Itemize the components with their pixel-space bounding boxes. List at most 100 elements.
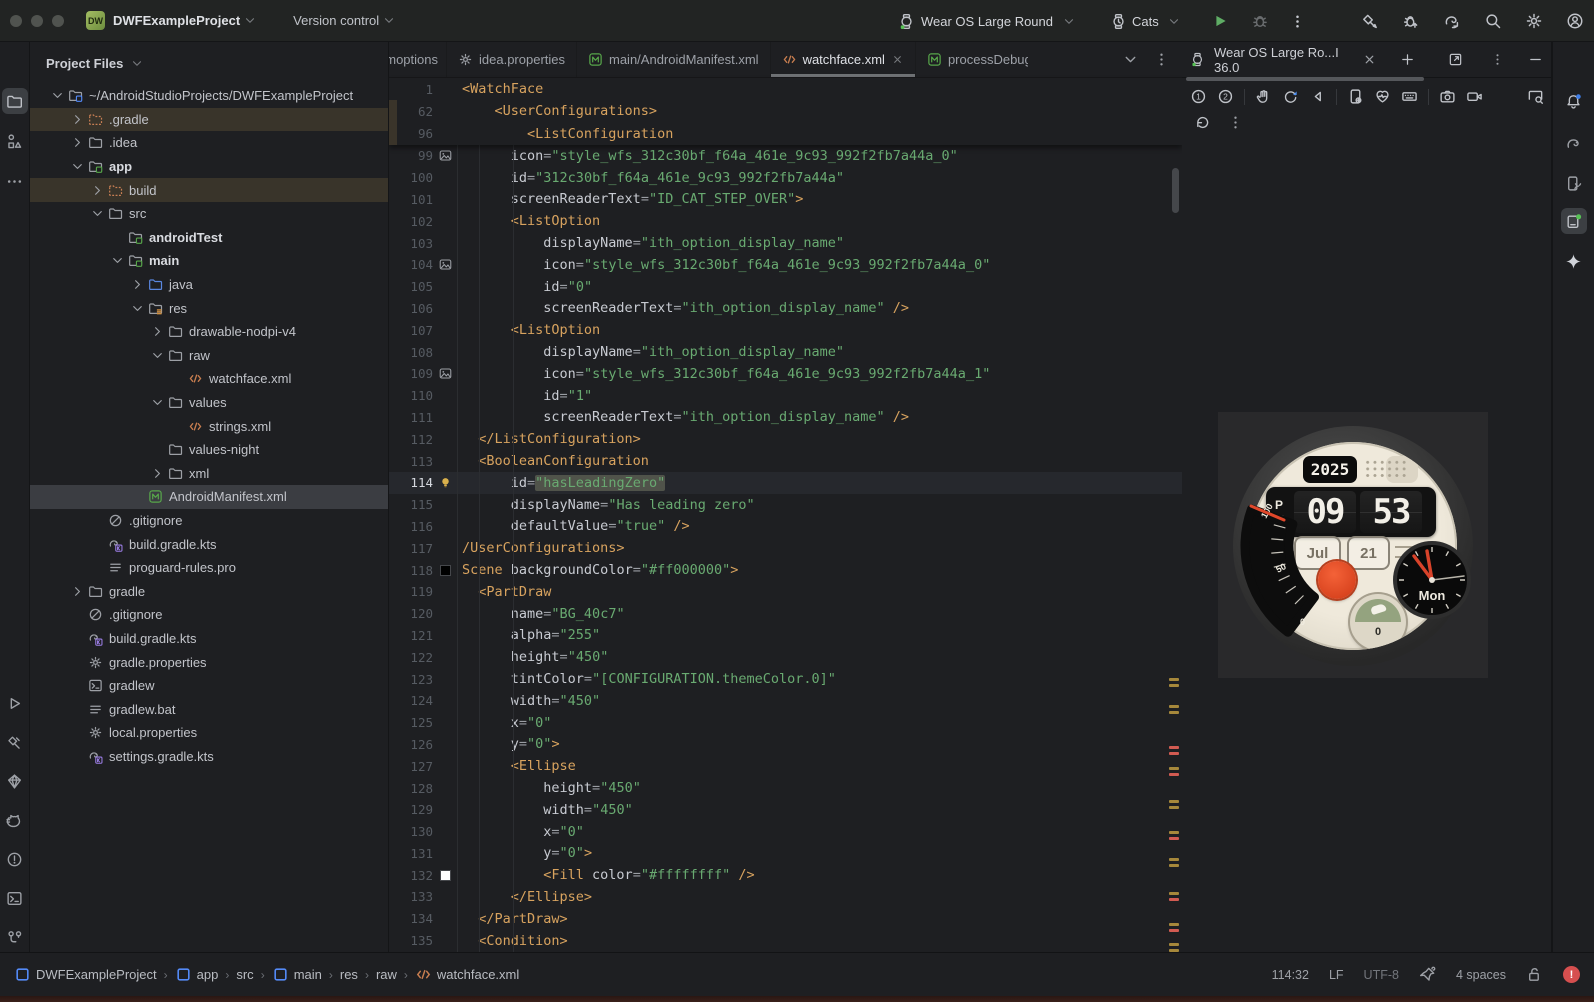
gradle-sync-icon[interactable] — [1443, 12, 1461, 30]
device-header-scrollbar[interactable] — [1186, 77, 1424, 81]
device-settings-icon[interactable] — [1347, 88, 1364, 105]
warning-stripe-mark[interactable] — [1169, 767, 1179, 770]
file-encoding[interactable]: UTF-8 — [1364, 968, 1399, 982]
drawable-preview-icon[interactable] — [433, 149, 457, 162]
toolbar-kebab-icon[interactable] — [1227, 114, 1244, 131]
run-button[interactable] — [1211, 12, 1229, 30]
tree-item[interactable]: .gitignore — [30, 603, 388, 627]
error-stripe-mark[interactable] — [1169, 773, 1179, 776]
chevron-right-icon[interactable] — [68, 134, 86, 152]
tree-item[interactable]: app — [30, 155, 388, 179]
tree-item[interactable]: strings.xml — [30, 414, 388, 438]
vcs-menu[interactable]: Version control — [293, 13, 379, 28]
warning-stripe-mark[interactable] — [1169, 923, 1179, 926]
code-line[interactable]: 130 x="0" — [389, 821, 1182, 843]
display-1-icon[interactable]: 1 — [1190, 88, 1207, 105]
error-stripe-mark[interactable] — [1169, 898, 1179, 901]
code-line[interactable]: 132 <Fill color="#ffffffff" /> — [389, 864, 1182, 886]
gradle-tool-button[interactable] — [1561, 130, 1587, 156]
editor-tab[interactable]: watchface.xml — [770, 42, 916, 77]
gemini-tool-button[interactable] — [1561, 248, 1587, 274]
run-configuration-selector[interactable]: Cats — [1110, 13, 1181, 30]
warning-stripe-mark[interactable] — [1169, 943, 1179, 946]
breadcrumb-item[interactable]: raw — [376, 967, 397, 982]
code-line[interactable]: 119 <PartDraw — [389, 581, 1182, 603]
tree-item[interactable]: xml — [30, 462, 388, 486]
warning-stripe-mark[interactable] — [1169, 684, 1179, 687]
chevron-down-icon[interactable] — [68, 158, 86, 176]
hide-panel-icon[interactable] — [1528, 52, 1543, 67]
build-tool-button[interactable] — [2, 729, 28, 755]
warning-stripe-mark[interactable] — [1169, 678, 1179, 681]
warning-stripe-mark[interactable] — [1169, 892, 1179, 895]
code-line[interactable]: 125 x="0" — [389, 712, 1182, 734]
sticky-line[interactable]: 96 <ListConfiguration — [389, 122, 1182, 146]
problems-tool-button[interactable] — [2, 846, 28, 872]
breadcrumb-item[interactable]: app — [175, 966, 218, 983]
warning-stripe-mark[interactable] — [1169, 800, 1179, 803]
breadcrumb-item[interactable]: watchface.xml — [415, 966, 519, 983]
code-line[interactable]: 108 displayName="ith_option_display_name… — [389, 341, 1182, 363]
drawable-preview-icon[interactable] — [433, 258, 457, 271]
editor-scrollbar[interactable] — [1172, 168, 1179, 213]
drawable-preview-icon[interactable] — [433, 367, 457, 380]
line-ending[interactable]: LF — [1329, 968, 1344, 982]
warning-stripe-mark[interactable] — [1169, 806, 1179, 809]
warning-stripe-mark[interactable] — [1169, 711, 1179, 714]
error-stripe-mark[interactable] — [1169, 837, 1179, 840]
code-line[interactable]: 106 screenReaderText="ith_option_display… — [389, 298, 1182, 320]
code-line[interactable]: 114 id="hasLeadingZero" — [389, 471, 1182, 494]
chevron-right-icon[interactable] — [88, 181, 106, 199]
warning-stripe-mark[interactable] — [1169, 705, 1179, 708]
tree-item[interactable]: .gitignore — [30, 509, 388, 533]
indent-setting[interactable]: 4 spaces — [1456, 968, 1506, 982]
project-view-selector[interactable]: Project Files — [30, 42, 388, 84]
device-selector[interactable]: Wear OS Large Round — [898, 13, 1076, 30]
lock-icon[interactable] — [1526, 966, 1543, 983]
code-line[interactable]: 117/UserConfigurations> — [389, 537, 1182, 559]
color-preview-black[interactable] — [433, 564, 457, 576]
hardware-input-icon[interactable] — [1401, 88, 1418, 105]
chevron-right-icon[interactable] — [68, 110, 86, 128]
code-line[interactable]: 99 icon="style_wfs_312c30bf_f64a_461e_9c… — [389, 145, 1182, 167]
warning-stripe-mark[interactable] — [1169, 858, 1179, 861]
code-line[interactable]: 113 <BooleanConfiguration — [389, 450, 1182, 472]
code-line[interactable]: 122 height="450" — [389, 646, 1182, 668]
code-line[interactable]: 123 tintColor="[CONFIGURATION.themeColor… — [389, 668, 1182, 690]
code-line[interactable]: 116 defaultValue="true" /> — [389, 516, 1182, 538]
tree-item[interactable]: values-night — [30, 438, 388, 462]
close-tab-icon[interactable] — [891, 53, 904, 66]
tree-item[interactable]: ~/AndroidStudioProjects/DWFExampleProjec… — [30, 84, 388, 108]
tree-item[interactable]: gradle.properties — [30, 650, 388, 674]
tab-options-kebab-icon[interactable] — [1153, 51, 1170, 68]
error-stripe-mark[interactable] — [1169, 746, 1179, 749]
code-line[interactable]: 135 <Condition> — [389, 930, 1182, 952]
code-line[interactable]: 110 id="1" — [389, 385, 1182, 407]
code-line[interactable]: 118 Scene backgroundColor="#ff000000"> — [389, 559, 1182, 581]
code-line[interactable]: 127 <Ellipse — [389, 755, 1182, 777]
breadcrumb-item[interactable]: main — [272, 966, 322, 983]
code-line[interactable]: 120 name="BG_40c7" — [389, 603, 1182, 625]
tree-item[interactable]: build — [30, 178, 388, 202]
git-tool-button[interactable] — [2, 924, 28, 950]
code-line[interactable]: 105 id="0" — [389, 276, 1182, 298]
sticky-line[interactable]: 62 <UserConfigurations> — [389, 100, 1182, 123]
hidden-tabs-chevron-icon[interactable] — [1122, 51, 1139, 68]
breadcrumb-item[interactable]: src — [236, 967, 253, 982]
device-tab-title[interactable]: Wear OS Large Ro...I 36.0 — [1214, 45, 1353, 75]
tree-item[interactable]: settings.gradle.kts — [30, 745, 388, 769]
chevron-down-icon[interactable] — [128, 299, 146, 317]
health-services-icon[interactable] — [1374, 88, 1391, 105]
intention-bulb-icon[interactable] — [433, 476, 457, 489]
minimize-window-button[interactable] — [31, 14, 43, 27]
notifications-bell-icon[interactable] — [1561, 88, 1587, 114]
chevron-down-icon[interactable] — [148, 346, 166, 364]
code-line[interactable]: 101 screenReaderText="ID_CAT_STEP_OVER"> — [389, 189, 1182, 211]
device-manager-tool-button[interactable] — [1561, 170, 1587, 196]
breadcrumb-item[interactable]: res — [340, 967, 358, 982]
code-line[interactable]: 102 <ListOption — [389, 210, 1182, 232]
add-device-icon[interactable] — [1400, 52, 1415, 67]
chevron-right-icon[interactable] — [128, 276, 146, 294]
tree-item[interactable]: androidTest — [30, 226, 388, 250]
tree-item[interactable]: gradlew — [30, 674, 388, 698]
